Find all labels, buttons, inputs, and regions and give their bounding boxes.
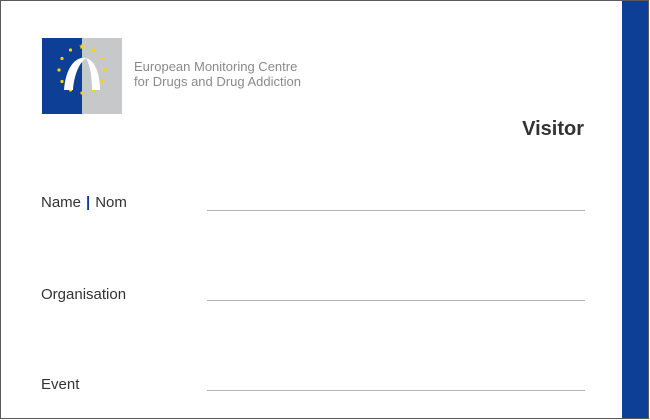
event-field-label: Event (41, 376, 80, 393)
brand-side-bar (622, 1, 648, 418)
name-field-line (207, 210, 585, 211)
organization-name-line2: for Drugs and Drug Addiction (134, 74, 301, 89)
name-field-label: Name | Nom (41, 194, 127, 211)
name-label-separator: | (86, 194, 91, 211)
organization-name: European Monitoring Centre for Drugs and… (134, 59, 301, 89)
badge-title: Visitor (522, 118, 584, 140)
organization-name-line1: European Monitoring Centre (134, 59, 298, 74)
visitor-badge: European Monitoring Centre for Drugs and… (0, 0, 649, 419)
organisation-field-label: Organisation (41, 286, 127, 303)
event-field-line (207, 390, 585, 391)
name-label-en: Name (41, 194, 82, 211)
organisation-field-line (207, 300, 585, 301)
emcdda-logo-icon (42, 38, 122, 114)
name-label-fr: Nom (95, 194, 127, 211)
